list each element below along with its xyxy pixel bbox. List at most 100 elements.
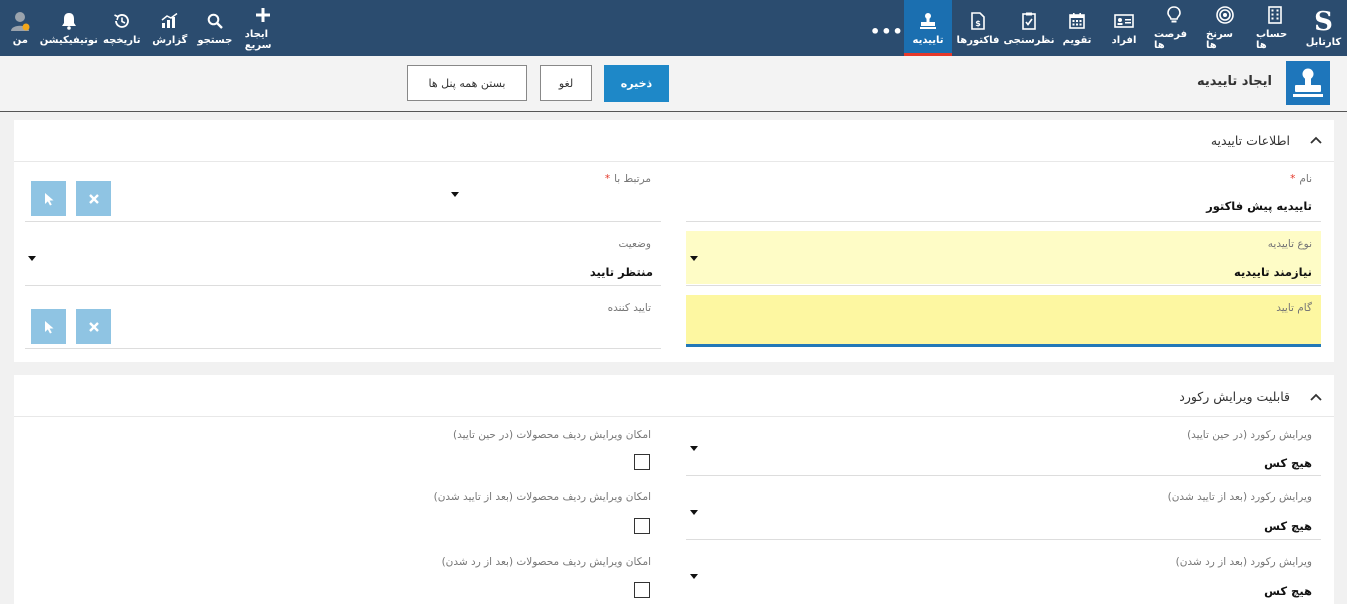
products-edit-after-approval-label: امکان ویرایش ردیف محصولات (بعد از تایید … [433, 491, 651, 503]
contact-card-icon [1114, 11, 1134, 31]
products-edit-during-checkbox[interactable] [634, 454, 650, 470]
products-edit-during-label: امکان ویرایش ردیف محصولات (در حین تایید) [453, 429, 651, 441]
field-underline [686, 475, 1321, 476]
search-icon [207, 11, 223, 31]
page-title: ایجاد تاییدیه [1196, 74, 1272, 89]
approval-step-field[interactable] [686, 295, 1321, 347]
history-icon [113, 11, 131, 31]
related-to-dropdown-icon[interactable] [451, 192, 459, 197]
nav-item-label: تاریخچه [103, 34, 141, 46]
related-to-label: مرتبط با* [605, 173, 651, 185]
nav-item-label: فرصت ها [1154, 29, 1188, 51]
nav-item-approvals[interactable]: تاییدیه [904, 0, 952, 56]
edit-during-approval-value[interactable]: هیچ کس [1264, 456, 1312, 470]
nav-item-history[interactable]: تاریخچه [97, 0, 147, 56]
approver-underline [25, 348, 661, 349]
nav-item-accounts[interactable]: حساب ها [1250, 0, 1300, 56]
nav-item-label: حساب ها [1256, 29, 1288, 51]
user-avatar-icon [9, 11, 31, 31]
edit-during-approval-label: ویرایش رکورد (در حین تایید) [1187, 429, 1312, 441]
approval-type-value: نیازمند تاییدیه [1234, 265, 1312, 279]
edit-after-reject-value[interactable]: هیچ کس [1264, 584, 1312, 598]
nav-item-label: سرنخ ها [1206, 29, 1234, 51]
field-underline [686, 539, 1321, 540]
nav-item-cartable[interactable]: S کارتابل [1300, 0, 1347, 56]
record-header [0, 56, 1347, 112]
name-label: نام* [1290, 173, 1312, 185]
nav-item-me[interactable]: من [0, 0, 41, 56]
save-button[interactable]: ذخیره [604, 65, 669, 102]
status-dropdown-icon[interactable] [28, 256, 36, 261]
cursor-icon [44, 192, 53, 205]
panel-header[interactable]: اطلاعات تاییدیه [14, 120, 1334, 162]
nav-item-label: گزارش [152, 34, 188, 46]
approval-type-field[interactable] [686, 231, 1321, 284]
related-underline [25, 221, 661, 222]
approval-step-label: گام تایید [1276, 302, 1312, 314]
nav-item-survey[interactable]: نظرسنجی [1004, 0, 1054, 56]
bell-icon [61, 11, 77, 31]
nav-item-label: جستجو [197, 34, 233, 46]
more-nav-icon[interactable]: ••• [870, 22, 904, 41]
chevron-up-icon[interactable] [1310, 134, 1322, 147]
close-all-panels-button[interactable]: بستن همه پنل ها [407, 65, 527, 101]
related-select-button[interactable] [31, 181, 66, 216]
nav-item-notifications[interactable]: نوتیفیکیشن [39, 0, 98, 56]
nav-item-search[interactable]: جستجو [193, 0, 237, 56]
panel-title: اطلاعات تاییدیه [1210, 133, 1290, 148]
nav-item-calendar[interactable]: تقویم [1054, 0, 1100, 56]
edit-after-approval-dropdown-icon[interactable] [690, 510, 698, 515]
target-icon [1216, 5, 1234, 25]
edit-after-approval-label: ویرایش رکورد (بعد از تایید شدن) [1167, 491, 1312, 503]
nav-item-quick-create[interactable]: ایجاد سریع [237, 0, 290, 56]
chevron-up-icon[interactable] [1310, 391, 1322, 404]
main-nav: S کارتابل حساب ها سرنخ ها فرصت ها افراد … [904, 0, 1347, 56]
nav-item-people[interactable]: افراد [1100, 0, 1148, 56]
nav-item-label: من [12, 34, 28, 46]
panel-header[interactable]: قابلیت ویرایش رکورد [14, 375, 1334, 417]
panel-title: قابلیت ویرایش رکورد [1179, 389, 1290, 404]
nav-item-report[interactable]: گزارش [147, 0, 193, 56]
nav-item-opportunities[interactable]: فرصت ها [1148, 0, 1200, 56]
edit-during-approval-dropdown-icon[interactable] [690, 446, 698, 451]
nav-item-label: کارتابل [1305, 36, 1342, 48]
approval-type-underline [686, 285, 1321, 286]
related-label-text: مرتبط با [614, 173, 651, 185]
nav-item-invoices[interactable]: $ فاکتورها [952, 0, 1004, 56]
approver-select-button[interactable] [31, 309, 66, 344]
nav-item-leads[interactable]: سرنخ ها [1200, 0, 1250, 56]
close-icon [88, 193, 99, 204]
edit-after-reject-label: ویرایش رکورد (بعد از رد شدن) [1175, 556, 1312, 568]
stamp-icon [919, 11, 937, 31]
clipboard-check-icon [1022, 11, 1036, 31]
lightbulb-icon [1167, 5, 1181, 25]
name-underline [686, 221, 1321, 222]
nav-item-label: فاکتورها [956, 34, 1000, 46]
required-mark: * [604, 173, 611, 185]
status-value: منتظر تایید [589, 265, 653, 279]
stamp-icon [1286, 61, 1330, 105]
approval-type-dropdown-icon[interactable] [690, 256, 698, 261]
record-edit-panel: قابلیت ویرایش رکورد [14, 375, 1334, 604]
nav-item-label: افراد [1111, 34, 1137, 46]
edit-after-approval-value[interactable]: هیچ کس [1264, 519, 1312, 533]
status-label: وضعیت [618, 238, 651, 250]
building-icon [1268, 5, 1282, 25]
nav-item-label: نوتیفیکیشن [39, 34, 98, 46]
nav-item-label: تقویم [1062, 34, 1092, 46]
name-field[interactable]: تاییدیه پیش فاکتور [1206, 199, 1312, 213]
logo-s-icon: S [1314, 6, 1333, 37]
approver-clear-button[interactable] [76, 309, 111, 344]
edit-after-reject-dropdown-icon[interactable] [690, 574, 698, 579]
related-clear-button[interactable] [76, 181, 111, 216]
name-label-text: نام [1299, 173, 1312, 185]
products-edit-after-reject-checkbox[interactable] [634, 582, 650, 598]
top-navbar: S کارتابل حساب ها سرنخ ها فرصت ها افراد … [0, 0, 1347, 56]
products-edit-after-approval-checkbox[interactable] [634, 518, 650, 534]
close-icon [88, 321, 99, 332]
plus-icon [255, 5, 271, 25]
products-edit-after-reject-label: امکان ویرایش ردیف محصولات (بعد از رد شدن… [441, 556, 651, 568]
nav-item-label: نظرسنجی [1003, 34, 1055, 46]
cancel-button[interactable]: لغو [540, 65, 592, 101]
approver-label: تایید کننده [607, 302, 651, 314]
